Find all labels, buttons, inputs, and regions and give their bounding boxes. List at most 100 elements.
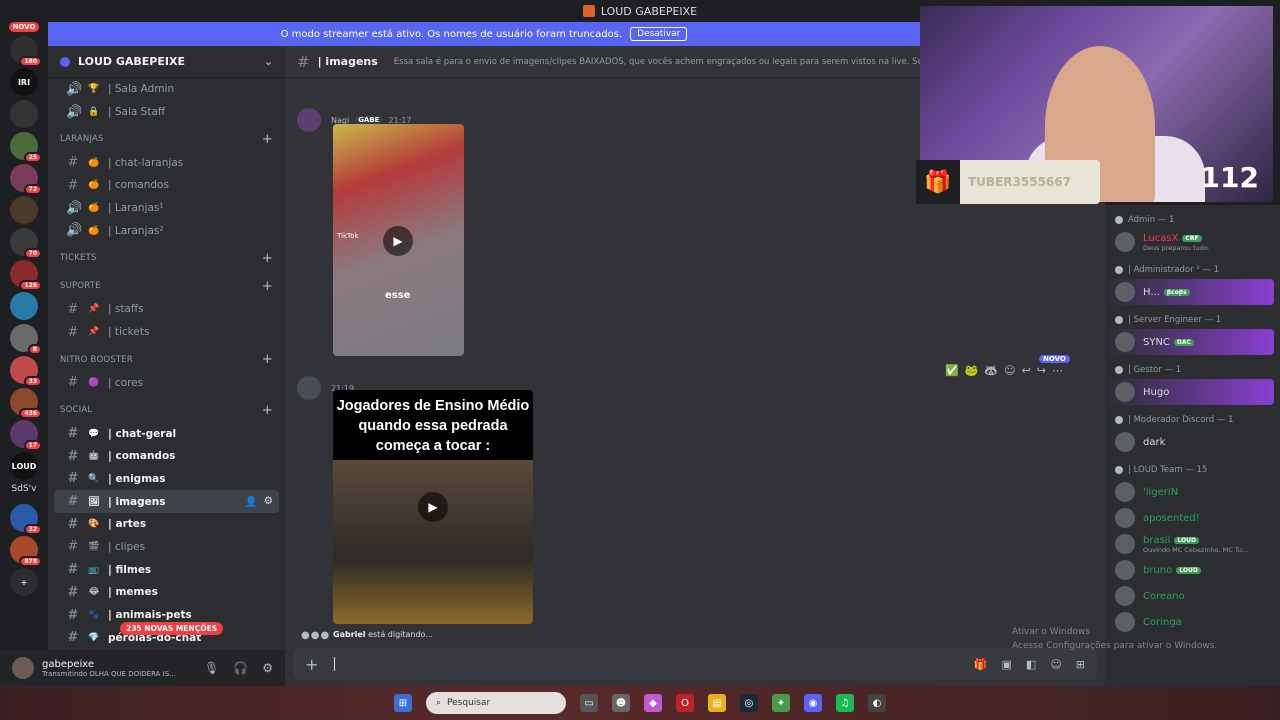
channel-item[interactable]: # 🍊 | comandos: [54, 174, 279, 197]
file-explorer-icon[interactable]: ▤: [708, 694, 726, 712]
server-icon[interactable]: 180: [10, 36, 42, 67]
server-icon[interactable]: 8: [10, 324, 42, 355]
sticker-reaction-icon[interactable]: 🦝: [984, 364, 998, 377]
channel-item[interactable]: 🔊 🍊 | Laranjas²: [54, 219, 279, 242]
reply-icon[interactable]: ↩: [1022, 364, 1031, 377]
member-item[interactable]: brasil LOUD Ouvindo MC Cebezinho, MC Tu...: [1105, 531, 1280, 557]
member-item[interactable]: SYNC DAC: [1105, 329, 1274, 355]
user-info[interactable]: gabepeixe Transmitindo OLHA QUE DOIDERA …: [42, 659, 176, 678]
channel-item[interactable]: # 🖼 | imagens 👤 ⚙: [54, 490, 279, 513]
channel-item[interactable]: # 🎨 | artes: [54, 513, 279, 536]
channel-item[interactable]: # 📺 | filmes: [54, 558, 279, 581]
play-icon[interactable]: ▶: [418, 492, 448, 522]
member-item[interactable]: Hugo: [1105, 379, 1274, 405]
chevron-down-icon[interactable]: ⌄: [264, 55, 273, 68]
apps-icon[interactable]: ⊞: [1076, 658, 1085, 671]
server-icon[interactable]: 33: [10, 356, 42, 387]
add-channel-icon[interactable]: +: [262, 403, 273, 418]
new-mentions-pill[interactable]: 235 NOVAS MENÇÕES: [120, 622, 224, 635]
forward-icon[interactable]: ↪: [1037, 364, 1046, 377]
gif-icon[interactable]: ▣: [1002, 658, 1012, 671]
channel-item[interactable]: # 📌 | staffs: [54, 298, 279, 321]
app-icon[interactable]: ✦: [772, 694, 790, 712]
server-icon[interactable]: 17: [10, 420, 42, 451]
channel-item[interactable]: # 🎬 | clipes: [54, 536, 279, 559]
task-view-icon[interactable]: ▭: [580, 694, 598, 712]
server-icon[interactable]: 436: [10, 388, 42, 419]
copilot-icon[interactable]: ◆: [644, 694, 662, 712]
play-icon[interactable]: ▶: [383, 226, 413, 256]
add-channel-icon[interactable]: +: [262, 352, 273, 367]
server-icon[interactable]: 878: [10, 536, 42, 567]
category-header[interactable]: LARANJAS +: [48, 127, 285, 151]
message-input[interactable]: + 🎁 ▣ ◧ ☺ ⊞: [293, 648, 1097, 680]
server-icon[interactable]: 25: [10, 132, 42, 163]
gift-icon[interactable]: 🎁: [974, 658, 988, 671]
channel-item[interactable]: # 💬 | chat-geral: [54, 422, 279, 445]
headphones-icon[interactable]: 🎧: [233, 661, 248, 675]
check-reaction-icon[interactable]: ✅: [945, 364, 959, 377]
video-attachment[interactable]: Jogadores de Ensino Médio quando essa pe…: [333, 390, 533, 624]
category-header[interactable]: NITRO BOOSTER +: [48, 348, 285, 372]
member-item[interactable]: LucasX CRF Deus preparou tudo.: [1105, 229, 1280, 255]
windows-start-icon[interactable]: ⊞: [394, 694, 412, 712]
app-icon[interactable]: ☻: [612, 694, 630, 712]
app-icon[interactable]: ◐: [868, 694, 886, 712]
channel-item[interactable]: # 🟣 | cores: [54, 372, 279, 395]
member-item[interactable]: dark: [1105, 429, 1280, 455]
avatar[interactable]: [12, 657, 34, 679]
sticker-reaction-icon[interactable]: 🐸: [965, 364, 979, 377]
avatar[interactable]: [297, 376, 321, 400]
opera-icon[interactable]: O: [676, 694, 694, 712]
member-item[interactable]: Coreano: [1105, 583, 1280, 609]
discord-icon[interactable]: ◉: [804, 694, 822, 712]
attach-plus-icon[interactable]: +: [305, 655, 318, 674]
channel-item[interactable]: 🔊 🏆 | Sala Admin: [54, 78, 279, 101]
video-attachment[interactable]: TikTok ▶ esse: [333, 124, 464, 356]
member-item[interactable]: H... βcoβs: [1105, 279, 1274, 305]
server-name-text[interactable]: SdS'v: [12, 484, 37, 500]
server-icon[interactable]: [10, 100, 38, 128]
channel-item[interactable]: # 📌 | tickets: [54, 321, 279, 344]
channel-item[interactable]: # 🤖 | comandos: [54, 445, 279, 468]
category-header[interactable]: TICKETS +: [48, 246, 285, 270]
disable-streamer-mode-button[interactable]: Desativar: [630, 27, 688, 41]
channel-item[interactable]: # 😂 | memes: [54, 581, 279, 604]
channel-item[interactable]: # 🔍 | enigmas: [54, 468, 279, 491]
avatar[interactable]: [297, 108, 321, 132]
category-header[interactable]: SOCIAL +: [48, 398, 285, 422]
server-icon[interactable]: LOUD: [10, 452, 38, 480]
channel-item[interactable]: 🔊 🍊 | Laranjas¹: [54, 197, 279, 220]
add-reaction-icon[interactable]: ☺: [1004, 364, 1015, 377]
channel-item[interactable]: # 🍊 | chat-laranjas: [54, 151, 279, 174]
server-icon[interactable]: 32: [10, 504, 42, 535]
microphone-icon[interactable]: 🎙: [204, 661, 219, 675]
channel-topic[interactable]: Essa sala é para o envio de imagens/clip…: [394, 57, 966, 67]
member-item[interactable]: aposented!: [1105, 505, 1280, 531]
member-item[interactable]: 'ligeriN: [1105, 479, 1280, 505]
category-header[interactable]: SUPORTE +: [48, 274, 285, 298]
channel-item[interactable]: 🔊 🔒 | Sala Staff: [54, 101, 279, 124]
spotify-icon[interactable]: ♫: [836, 694, 854, 712]
more-icon[interactable]: ⋯: [1052, 364, 1063, 377]
add-server-icon[interactable]: +: [10, 568, 38, 596]
add-channel-icon[interactable]: +: [262, 279, 273, 294]
server-icon[interactable]: 72: [10, 164, 42, 195]
server-icon[interactable]: IRI: [10, 68, 38, 96]
server-icon[interactable]: 70: [10, 228, 42, 259]
gear-icon[interactable]: ⚙: [264, 495, 273, 508]
member-item[interactable]: bruno LOUD: [1105, 557, 1280, 583]
taskbar-search[interactable]: ⌕ Pesquisar: [426, 692, 566, 714]
sticker-icon[interactable]: ◧: [1026, 658, 1036, 671]
add-channel-icon[interactable]: +: [262, 251, 273, 266]
steam-icon[interactable]: ◎: [740, 694, 758, 712]
add-channel-icon[interactable]: +: [262, 132, 273, 147]
server-icon[interactable]: [10, 292, 38, 320]
server-header[interactable]: LOUD GABEPEIXE ⌄: [48, 46, 285, 78]
server-icon[interactable]: [10, 196, 38, 224]
member-tag: LOUD: [1174, 536, 1199, 544]
gear-icon[interactable]: ⚙: [262, 661, 273, 675]
emoji-icon[interactable]: ☺: [1050, 658, 1061, 671]
server-icon[interactable]: 126: [10, 260, 42, 291]
add-member-icon[interactable]: 👤: [245, 495, 258, 508]
